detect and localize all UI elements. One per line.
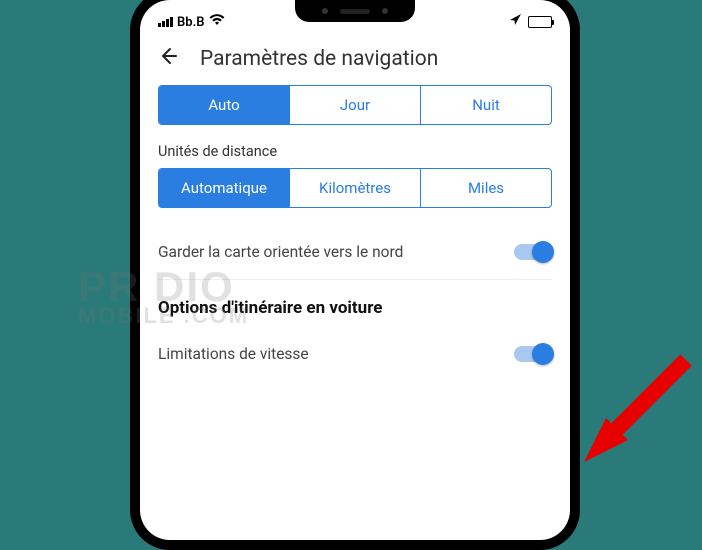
speed-limit-label: Limitations de vitesse [158,344,309,365]
wifi-icon [209,14,225,30]
notch [295,0,415,22]
speed-limit-row: Limitations de vitesse [158,328,552,381]
theme-day[interactable]: Jour [290,86,421,124]
theme-segmented: Auto Jour Nuit [158,85,552,125]
theme-auto[interactable]: Auto [159,86,290,124]
carrier-label: Bb.B [177,15,205,30]
page-title: Paramètres de navigation [200,47,438,71]
app-header: Paramètres de navigation [140,32,570,85]
back-button[interactable] [158,46,178,71]
distance-miles[interactable]: Miles [421,169,551,207]
map-north-label: Garder la carte orientée vers le nord [158,242,403,263]
theme-night[interactable]: Nuit [421,86,551,124]
route-section-heading: Options d'itinéraire en voiture [158,280,552,328]
phone-frame: Bb.B Paramètres de navigation Auto Jou [130,0,580,550]
distance-km[interactable]: Kilomètres [290,169,421,207]
map-north-row: Garder la carte orientée vers le nord [158,226,552,280]
speed-limit-toggle[interactable] [514,346,552,362]
arrow-annotation [566,350,696,480]
battery-icon [528,16,552,28]
map-north-toggle[interactable] [514,244,552,260]
distance-label: Unités de distance [158,143,552,160]
distance-auto[interactable]: Automatique [159,169,290,207]
signal-icon [158,17,173,27]
distance-segmented: Automatique Kilomètres Miles [158,168,552,208]
location-icon [509,13,522,30]
screen: Bb.B Paramètres de navigation Auto Jou [140,0,570,540]
